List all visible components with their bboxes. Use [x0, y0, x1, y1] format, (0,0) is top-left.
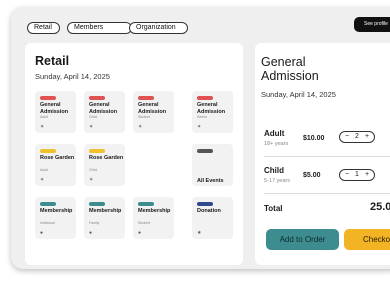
tile-sub: Student [138, 115, 151, 119]
product-tile[interactable]: General Admission Child ✶ [84, 91, 125, 133]
panel-date: Sunday, April 14, 2025 [35, 72, 110, 81]
color-bar [138, 96, 154, 100]
tile-name: Membership [40, 208, 73, 214]
quantity-value: 1 [355, 171, 359, 178]
tile-name: Rose Garden [40, 155, 75, 161]
tile-sub: Student [138, 221, 151, 225]
filter-organization[interactable]: Organization [129, 22, 188, 34]
person-icon: ● [40, 230, 44, 236]
color-bar [197, 96, 213, 100]
product-tile[interactable]: General Admission Adult ✶ [35, 91, 76, 133]
tile-sub: Family [89, 221, 100, 225]
tile-sub: Adult [40, 115, 48, 119]
tile-sub: Individual [40, 221, 55, 225]
plus-button[interactable]: + [362, 170, 372, 180]
person-icon: ● [138, 230, 142, 236]
product-panel: Retail Sunday, April 14, 2025 General Ad… [25, 43, 243, 265]
tile-name: Membership [89, 208, 122, 214]
tile-sub: Child [89, 168, 97, 172]
filter-retail[interactable]: Retail [27, 22, 60, 34]
product-tile[interactable]: Donation ★ [192, 197, 233, 239]
app-window: Retail Members Organization See profile … [11, 7, 390, 269]
tile-sub: Adult [40, 168, 48, 172]
all-events-tile[interactable]: All Events [192, 144, 233, 186]
ticket-icon: ✶ [197, 124, 202, 130]
product-tile[interactable]: Membership Student ● [133, 197, 174, 239]
ticket-sub: 18+ years [264, 141, 289, 147]
product-tile[interactable]: Membership Individual ● [35, 197, 76, 239]
tile-sub: Senior [197, 115, 208, 119]
order-date: Sunday, April 14, 2025 [261, 90, 336, 99]
panel-title: Retail [35, 54, 70, 68]
tile-name: Donation [197, 208, 221, 214]
product-tile[interactable]: Membership Family ● [84, 197, 125, 239]
profile-button[interactable]: See profile [354, 17, 390, 32]
ticket-price: $10.00 [303, 135, 325, 142]
ticket-price: $5.00 [303, 172, 321, 179]
tile-name: General Admission [89, 102, 118, 115]
color-bar [89, 149, 105, 153]
quantity-stepper[interactable]: −1 + [339, 169, 375, 181]
divider [264, 156, 390, 157]
total-value: 25.0 [370, 201, 390, 213]
ticket-icon: ✶ [40, 177, 45, 183]
ticket-sub: 5-17 years [264, 178, 290, 184]
color-bar [89, 202, 105, 206]
order-title: General Admission [261, 55, 319, 83]
tile-name: Rose Garden [89, 155, 124, 161]
product-tile[interactable]: General Admission Senior ✶ [192, 91, 233, 133]
color-bar [197, 149, 213, 153]
person-icon: ● [89, 230, 93, 236]
tile-name: Membership [138, 208, 171, 214]
tile-name: General Admission [40, 102, 69, 115]
star-icon: ★ [197, 230, 202, 236]
product-tile[interactable]: Rose Garden Adult ✶ [35, 144, 76, 186]
color-bar [40, 96, 56, 100]
color-bar [138, 202, 154, 206]
minus-button[interactable]: − [342, 132, 352, 142]
ticket-name: Adult [264, 129, 285, 138]
tile-name: General Admission [197, 102, 226, 115]
product-tile[interactable]: General Admission Student ✶ [133, 91, 174, 133]
tile-name: All Events [197, 178, 224, 184]
tile-sub: Child [89, 115, 97, 119]
color-bar [89, 96, 105, 100]
total-label: Total [264, 204, 283, 213]
product-tile[interactable]: Rose Garden Child ✶ [84, 144, 125, 186]
plus-button[interactable]: + [362, 132, 372, 142]
color-bar [40, 202, 56, 206]
add-to-order-button[interactable]: Add to Order [266, 229, 339, 250]
ticket-name: Child [264, 166, 284, 175]
quantity-value: 2 [355, 133, 359, 140]
checkout-button[interactable]: Checkout [344, 229, 390, 250]
ticket-icon: ✶ [89, 177, 94, 183]
minus-button[interactable]: − [342, 170, 352, 180]
ticket-icon: ✶ [89, 124, 94, 130]
color-bar [40, 149, 56, 153]
ticket-icon: ✶ [138, 124, 143, 130]
divider [264, 193, 390, 194]
quantity-stepper[interactable]: −2 + [339, 131, 375, 143]
filter-members[interactable]: Members [67, 22, 132, 34]
tile-name: General Admission [138, 102, 167, 115]
ticket-icon: ✶ [40, 124, 45, 130]
color-bar [197, 202, 213, 206]
